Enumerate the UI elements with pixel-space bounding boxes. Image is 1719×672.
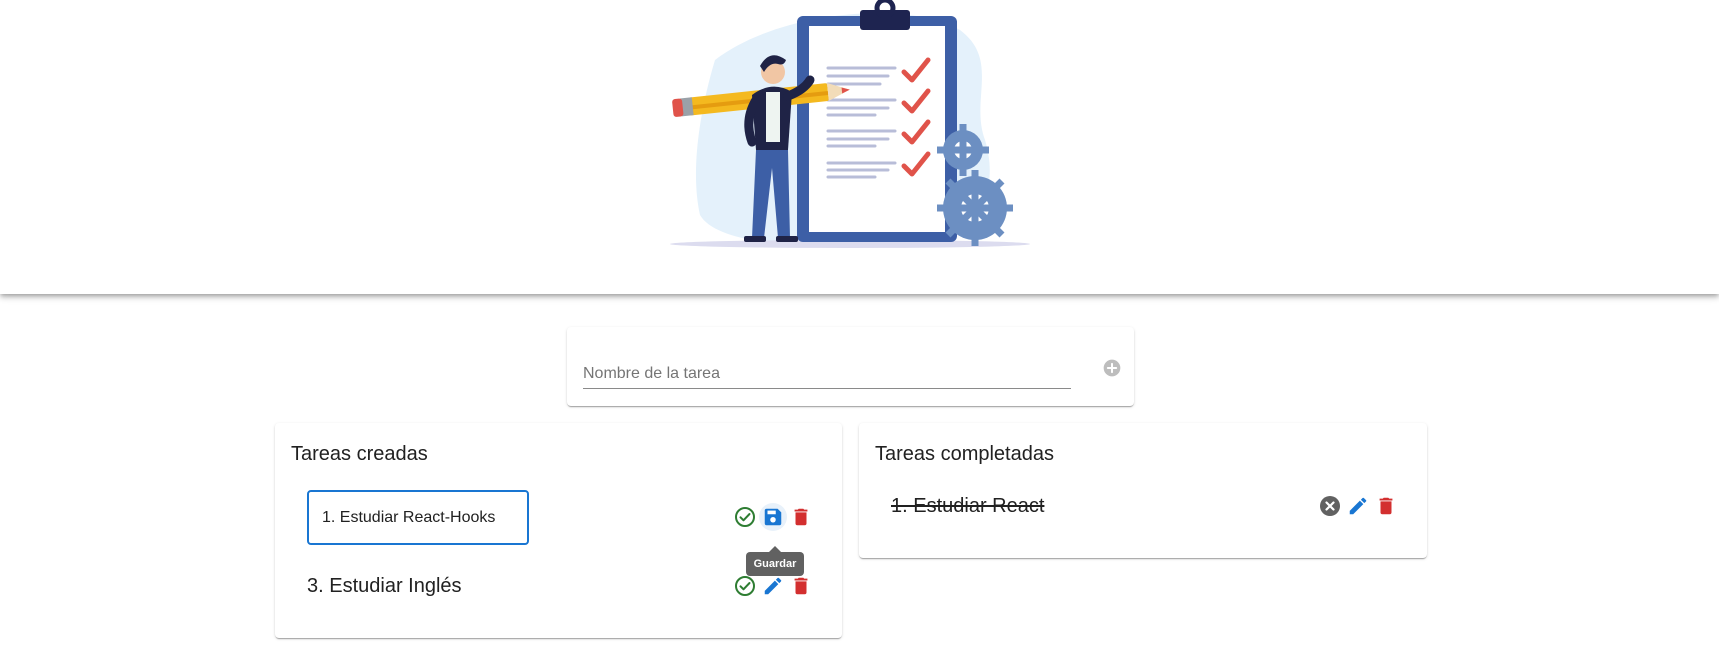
delete-task-button[interactable] [787, 572, 815, 600]
save-task-button[interactable] [759, 503, 787, 531]
add-circle-icon [1103, 359, 1121, 377]
check-circle-icon [735, 507, 755, 527]
editing-task-actions [731, 503, 815, 531]
uncomplete-task-button[interactable] [1316, 492, 1344, 520]
edit-task-field [307, 490, 529, 545]
save-icon [764, 508, 782, 526]
trash-icon [1379, 497, 1393, 515]
add-task-button[interactable] [1100, 356, 1124, 380]
cancel-circle-icon [1320, 496, 1340, 516]
edit-task-button[interactable] [1344, 492, 1372, 520]
trash-icon [794, 508, 808, 526]
add-task-card [567, 327, 1134, 406]
pencil-icon [764, 577, 782, 595]
complete-task-button[interactable] [731, 572, 759, 600]
edit-task-input[interactable] [322, 508, 527, 527]
trash-icon [794, 577, 808, 595]
task-name-field [583, 361, 1071, 389]
delete-task-button[interactable] [1372, 492, 1400, 520]
complete-task-button[interactable] [731, 503, 759, 531]
completed-task-label: 1. Estudiar React [891, 495, 1045, 517]
completed-task-actions [1316, 492, 1400, 520]
completed-tasks-title: Tareas completadas [875, 443, 1054, 465]
edit-task-button[interactable] [759, 572, 787, 600]
task-item-actions [731, 572, 815, 600]
pencil-icon [1349, 497, 1367, 515]
created-tasks-title: Tareas creadas [291, 443, 428, 465]
task-name-input[interactable] [583, 361, 1071, 387]
checklist-illustration [670, 0, 1030, 248]
task-item-label: 3. Estudiar Inglés [307, 575, 462, 597]
save-tooltip: Guardar [746, 546, 804, 576]
completed-tasks-card: Tareas completadas 1. Estudiar React [859, 423, 1427, 558]
check-circle-icon [735, 576, 755, 596]
created-tasks-card: Tareas creadas 3. Estudiar Inglés [275, 423, 842, 638]
header-banner [0, 0, 1719, 294]
delete-task-button[interactable] [787, 503, 815, 531]
